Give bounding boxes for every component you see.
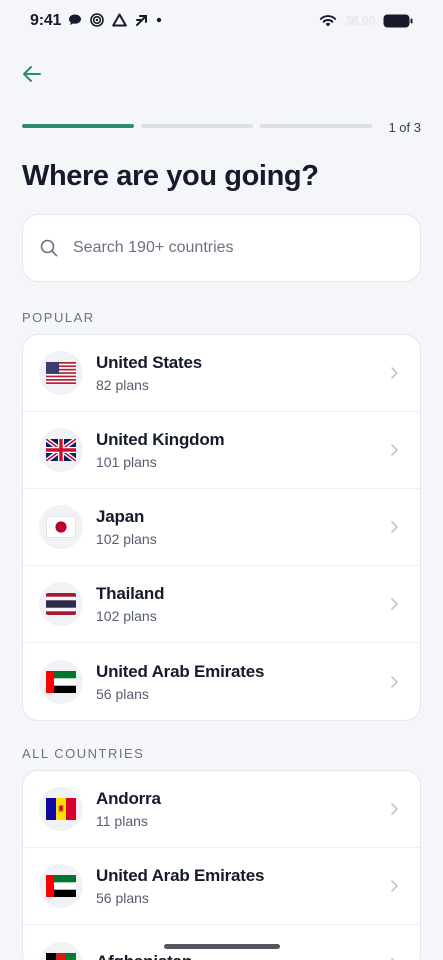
chevron-right-icon [386, 878, 402, 894]
battery-icon [383, 14, 413, 28]
flag-af-icon [39, 941, 83, 960]
plan-count: 101 plans [96, 454, 157, 470]
flag-ae-icon [39, 659, 83, 704]
status-bar: 9:41 36.00 [0, 0, 443, 44]
status-icons-right: 36.00 [319, 13, 413, 28]
target-icon [90, 13, 104, 27]
chevron-right-icon [386, 956, 402, 960]
progress-step-3 [260, 124, 372, 128]
home-indicator[interactable] [164, 944, 280, 949]
status-time: 9:41 [30, 12, 62, 29]
flag-ad-icon [39, 787, 83, 831]
dot-icon [156, 17, 162, 23]
plan-count: 11 plans [96, 813, 148, 829]
flag-th-icon [39, 582, 83, 626]
popular-list: United States 82 plans United Kingdom 10… [22, 334, 421, 721]
progress-step-2 [141, 124, 253, 128]
chevron-right-icon [386, 596, 402, 612]
country-name: Afghanistan [96, 952, 192, 960]
all-countries-list: Andorra 11 plans United Arab Emirates 56… [22, 770, 421, 960]
plan-count: 56 plans [96, 685, 149, 702]
list-item[interactable]: Thailand 102 plans [23, 566, 420, 643]
back-button[interactable] [18, 60, 46, 88]
country-name: United Kingdom [96, 430, 225, 449]
country-name: Thailand [96, 584, 165, 603]
plan-count: 102 plans [96, 531, 157, 547]
country-name: United Arab Emirates [96, 866, 265, 885]
status-icons-left [68, 13, 162, 27]
search-input[interactable] [73, 239, 393, 257]
country-name: United Arab Emirates [96, 661, 265, 681]
flag-gb-icon [39, 428, 83, 472]
chevron-right-icon [386, 442, 402, 458]
search-box[interactable] [22, 214, 421, 282]
arrow-icon [135, 14, 148, 27]
list-item[interactable]: United States 82 plans [23, 335, 420, 412]
page-title: Where are you going? [22, 160, 319, 192]
triangle-icon [112, 13, 127, 27]
section-label-all-countries: ALL COUNTRIES [22, 746, 145, 761]
flag-us-icon [39, 351, 83, 395]
list-item[interactable]: Afghanistan [23, 925, 420, 960]
flag-jp-icon [39, 505, 83, 549]
chevron-right-icon [386, 365, 402, 381]
section-label-popular: POPULAR [22, 310, 95, 325]
list-item[interactable]: Japan 102 plans [23, 489, 420, 566]
chat-bubble-icon [68, 13, 82, 27]
flag-ae-icon [39, 864, 83, 908]
chevron-right-icon [386, 801, 402, 817]
plan-count: 82 plans [96, 377, 149, 393]
chevron-right-icon [386, 674, 402, 690]
list-item[interactable]: United Arab Emirates 56 plans [23, 848, 420, 925]
plan-count: 56 plans [96, 890, 149, 906]
progress-bar [22, 124, 372, 128]
step-label: 1 of 3 [388, 120, 421, 135]
list-item[interactable]: Andorra 11 plans [23, 771, 420, 848]
signal-text: 36.00 [344, 13, 376, 28]
country-name: United States [96, 353, 203, 372]
list-item[interactable]: United Arab Emirates 56 plans [23, 643, 420, 720]
search-icon [39, 238, 59, 258]
chevron-right-icon [386, 519, 402, 535]
arrow-left-icon [23, 66, 41, 82]
country-name: Japan [96, 507, 145, 526]
wifi-icon [319, 14, 337, 28]
country-name: Andorra [96, 789, 161, 808]
list-item[interactable]: United Kingdom 101 plans [23, 412, 420, 489]
progress-step-1 [22, 124, 134, 128]
plan-count: 102 plans [96, 608, 157, 624]
